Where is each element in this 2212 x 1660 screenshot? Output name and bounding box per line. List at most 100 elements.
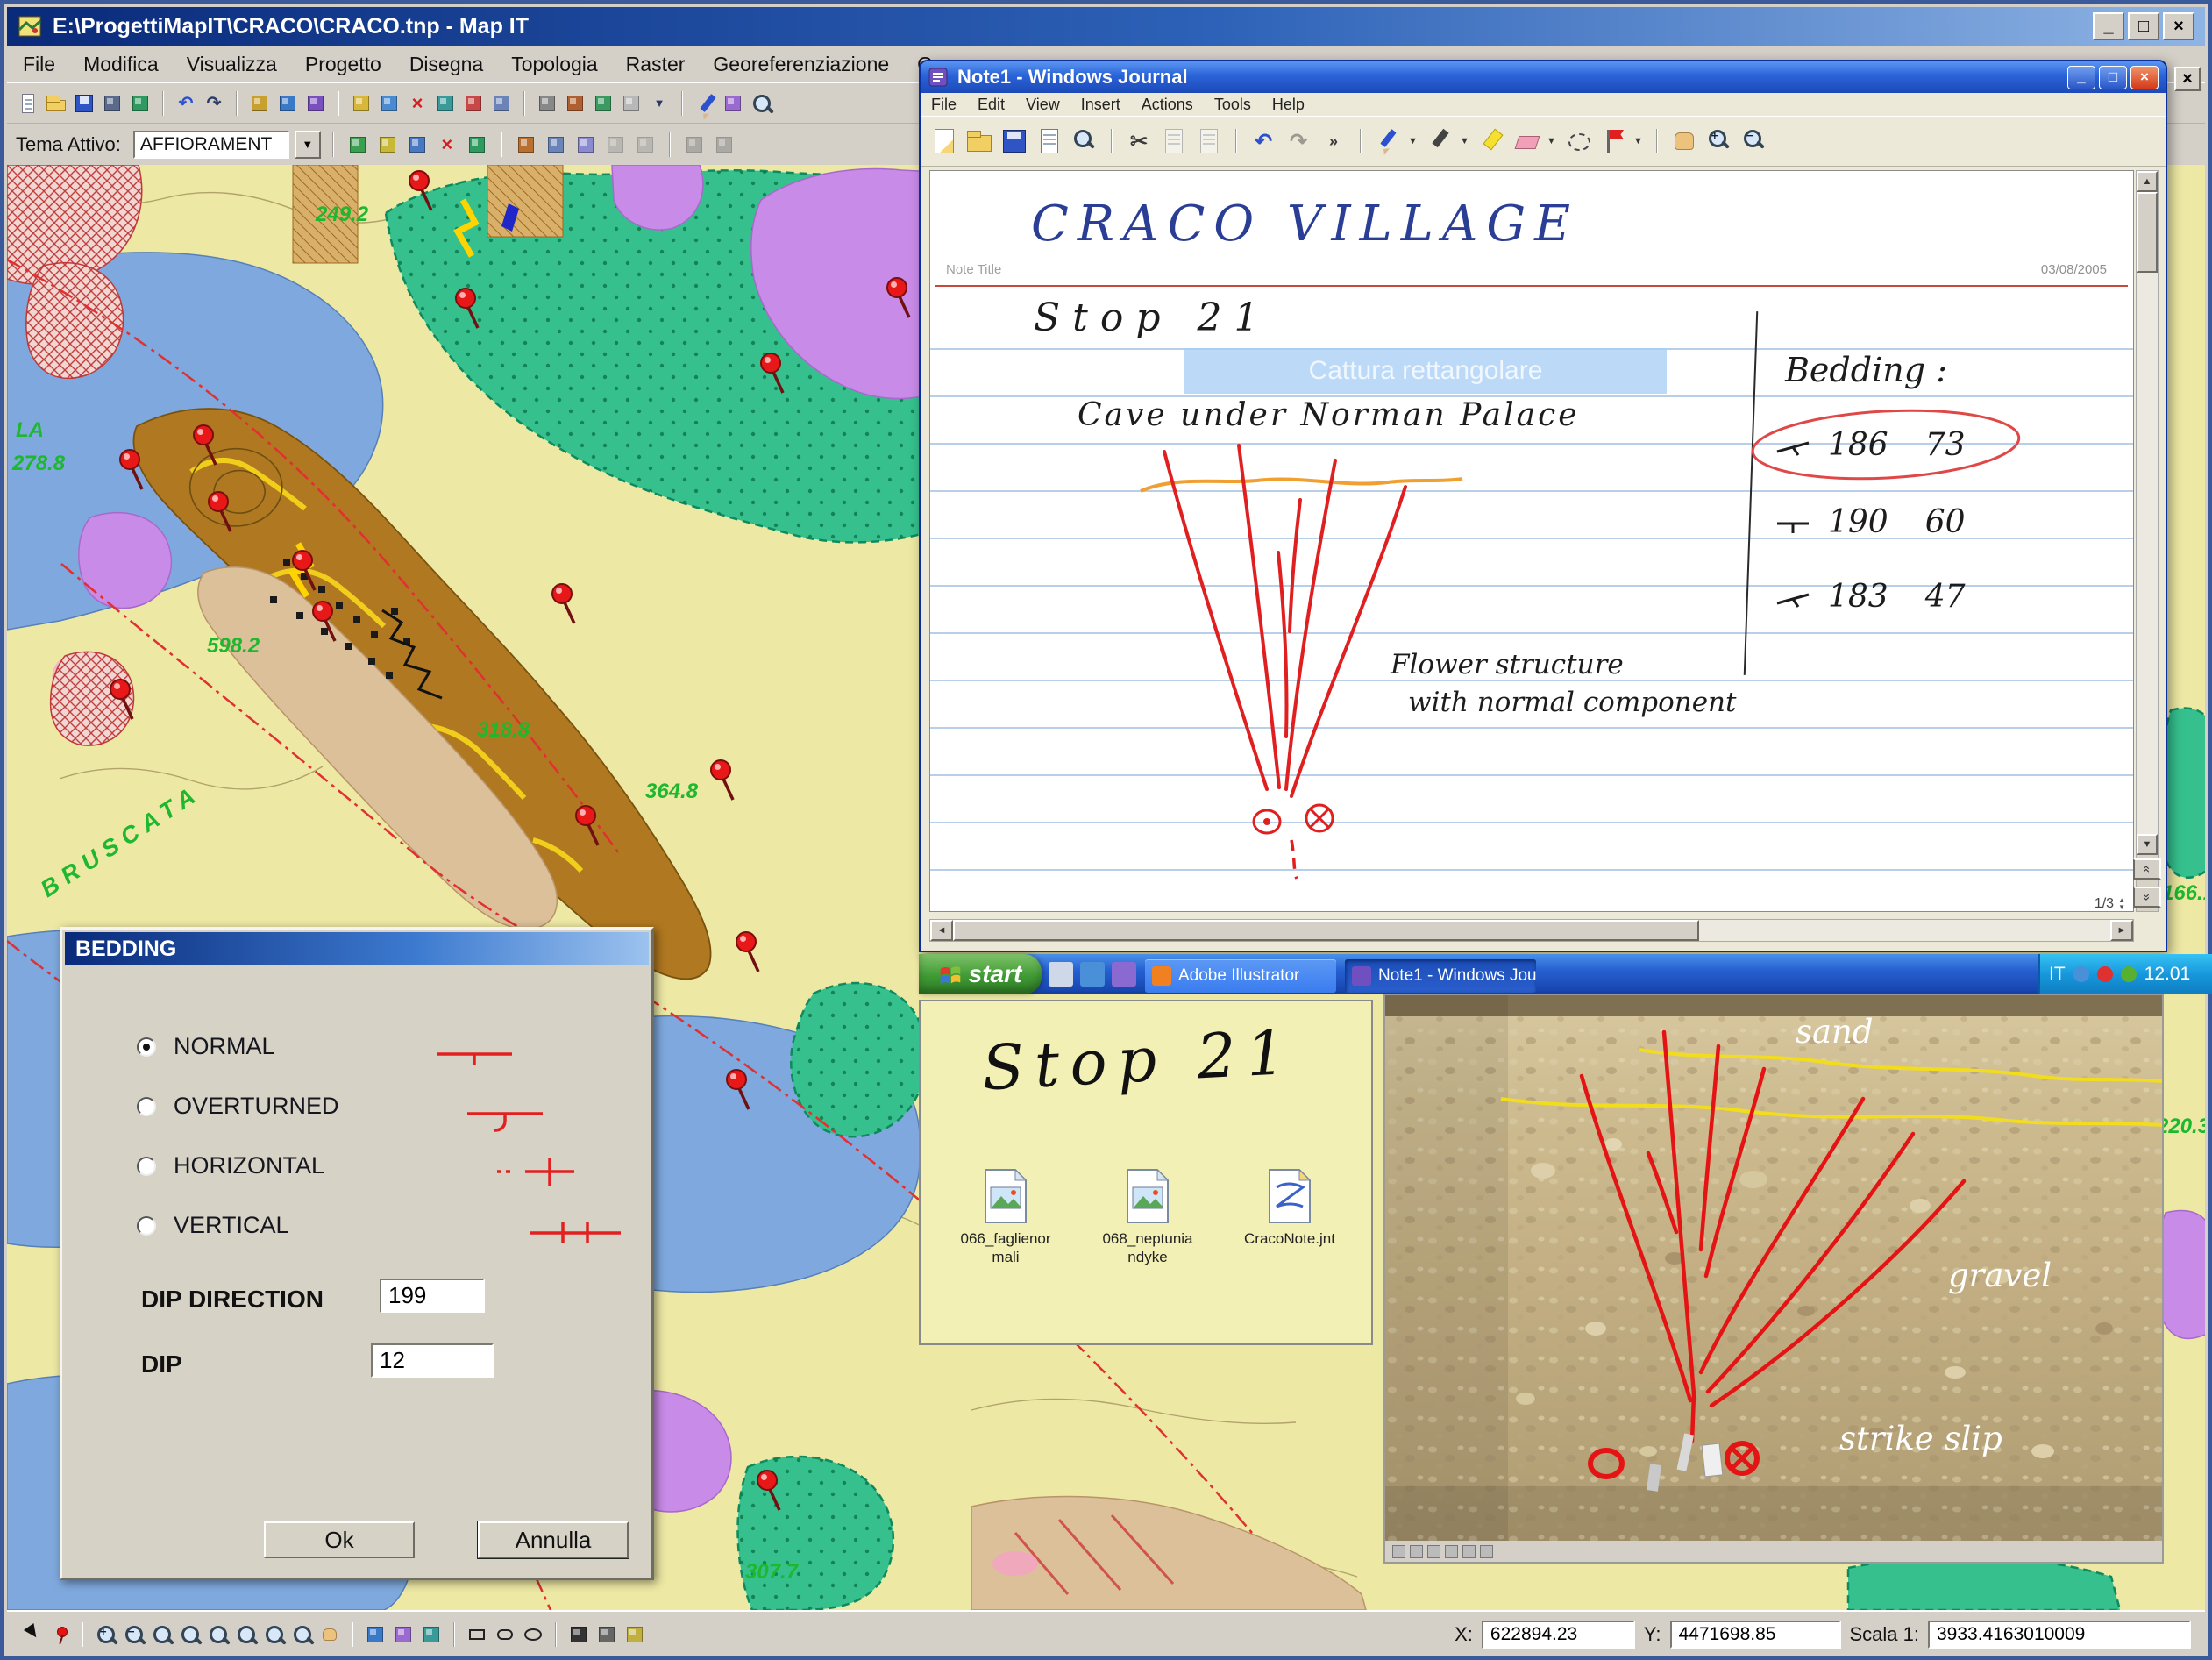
ok-button[interactable]: Ok bbox=[264, 1521, 415, 1558]
journal-zoom-out-icon[interactable]: − bbox=[1739, 126, 1769, 156]
viewer-control-icon[interactable] bbox=[1462, 1545, 1476, 1558]
volume-tray-icon[interactable] bbox=[2121, 966, 2137, 982]
journal-menu-insert[interactable]: Insert bbox=[1081, 96, 1120, 114]
menu-georeferenziazione[interactable]: Georeferenziazione bbox=[713, 53, 889, 76]
journal-horizontal-scrollbar[interactable]: ◄ ► bbox=[929, 919, 2134, 942]
scroll-down-button[interactable]: ▼ bbox=[2137, 834, 2158, 855]
journal-redo-icon[interactable]: ↷ bbox=[1284, 126, 1313, 156]
previous-page-button[interactable]: « bbox=[2133, 858, 2161, 880]
pushpin-tool-icon[interactable] bbox=[47, 1622, 72, 1647]
journal-menu-edit[interactable]: Edit bbox=[978, 96, 1005, 114]
zoom-window-icon[interactable] bbox=[149, 1622, 174, 1647]
flag-dropdown-icon[interactable]: ▼ bbox=[1633, 136, 1645, 146]
radio-horizontal[interactable] bbox=[137, 1157, 156, 1176]
journal-menu-tools[interactable]: Tools bbox=[1214, 96, 1251, 114]
maximize-button[interactable]: □ bbox=[2128, 12, 2159, 40]
add-symbol-icon[interactable] bbox=[303, 91, 328, 116]
pen-dropdown-icon[interactable]: ▼ bbox=[1408, 136, 1419, 146]
page-spinner[interactable]: ▲▼ bbox=[2118, 897, 2125, 911]
redo-icon[interactable]: ↷ bbox=[202, 91, 226, 116]
lasso-selection-icon[interactable] bbox=[1563, 126, 1593, 156]
raster-icon[interactable] bbox=[563, 91, 587, 116]
menu-visualizza[interactable]: Visualizza bbox=[187, 53, 277, 76]
new-document-icon[interactable] bbox=[16, 91, 40, 116]
journal-save-icon[interactable] bbox=[999, 126, 1029, 156]
y-coordinate-field[interactable] bbox=[1670, 1621, 1841, 1649]
add-point-icon[interactable] bbox=[247, 91, 272, 116]
dip-direction-field[interactable] bbox=[380, 1279, 485, 1313]
cut-icon[interactable]: ✂ bbox=[1124, 126, 1154, 156]
theme-filter-icon[interactable] bbox=[633, 132, 658, 157]
hscroll-thumb[interactable] bbox=[953, 920, 1699, 941]
draw-polygon-icon[interactable] bbox=[377, 91, 402, 116]
zoom-scale-icon[interactable] bbox=[289, 1622, 314, 1647]
attribute-table-icon[interactable] bbox=[591, 91, 615, 116]
open-project-icon[interactable] bbox=[44, 91, 68, 116]
close-button[interactable]: × bbox=[2163, 12, 2194, 40]
scroll-track[interactable] bbox=[2137, 192, 2158, 834]
radio-row-horizontal[interactable]: HORIZONTAL bbox=[137, 1152, 324, 1179]
journal-minimize-button[interactable]: _ bbox=[2067, 66, 2095, 89]
zoom-out-icon[interactable]: − bbox=[121, 1622, 146, 1647]
copy-icon[interactable] bbox=[1159, 126, 1189, 156]
tool-dropdown-icon[interactable]: ▼ bbox=[647, 91, 672, 116]
journal-menu-help[interactable]: Help bbox=[1272, 96, 1305, 114]
scroll-left-button[interactable]: ◄ bbox=[930, 920, 953, 941]
print-icon[interactable] bbox=[100, 91, 124, 116]
viewer-control-icon[interactable] bbox=[1480, 1545, 1493, 1558]
delete-feature-icon[interactable]: × bbox=[405, 91, 430, 116]
menu-disegna[interactable]: Disegna bbox=[409, 53, 483, 76]
viewer-control-icon[interactable] bbox=[1445, 1545, 1458, 1558]
folder-note-window[interactable]: Stop 21 066_faglienor mali bbox=[919, 1000, 1373, 1345]
journal-undo-icon[interactable]: ↶ bbox=[1248, 126, 1278, 156]
viewer-control-icon[interactable] bbox=[1392, 1545, 1405, 1558]
zoom-extents-icon[interactable] bbox=[177, 1622, 202, 1647]
grid-icon[interactable] bbox=[535, 91, 559, 116]
undo-icon[interactable]: ↶ bbox=[174, 91, 198, 116]
network-tray-icon[interactable] bbox=[2073, 966, 2089, 982]
antivirus-tray-icon[interactable] bbox=[2097, 966, 2113, 982]
move-feature-icon[interactable] bbox=[489, 91, 514, 116]
edit-vertex-icon[interactable] bbox=[433, 91, 458, 116]
tema-attivo-value[interactable]: AFFIORAMENT bbox=[133, 131, 289, 159]
pan-hand-icon[interactable] bbox=[1669, 126, 1699, 156]
journal-page[interactable]: CRACO VILLAGE Note Title 03/08/2005 Stop… bbox=[929, 170, 2134, 912]
file-item-066[interactable]: 066_faglienor mali bbox=[936, 1168, 1075, 1267]
draw-ellipse-icon[interactable] bbox=[521, 1622, 545, 1647]
bedding-dialog[interactable]: BEDDING NORMAL OVERTURNED HORIZONTAL bbox=[60, 927, 654, 1580]
eraser-tool-icon[interactable] bbox=[1511, 126, 1541, 156]
journal-menu-file[interactable]: File bbox=[931, 96, 957, 114]
theme-table-icon[interactable] bbox=[405, 132, 430, 157]
task-windows-journal[interactable]: Note1 - Windows Jou... bbox=[1345, 959, 1536, 993]
paste-icon[interactable] bbox=[1194, 126, 1224, 156]
menu-progetto[interactable]: Progetto bbox=[305, 53, 381, 76]
tema-attivo-dropdown[interactable]: ▼ bbox=[295, 131, 321, 159]
sketch-tool-icon[interactable] bbox=[693, 91, 717, 116]
pen-tool-icon[interactable] bbox=[1373, 126, 1403, 156]
radio-row-vertical[interactable]: VERTICAL bbox=[137, 1212, 289, 1239]
zoom-in-icon[interactable]: + bbox=[93, 1622, 117, 1647]
internet-explorer-icon[interactable] bbox=[1080, 962, 1105, 987]
new-note-icon[interactable] bbox=[929, 126, 959, 156]
marker-dropdown-icon[interactable]: ▼ bbox=[1460, 136, 1471, 146]
cut-feature-icon[interactable] bbox=[461, 91, 486, 116]
journal-close-button[interactable]: × bbox=[2130, 66, 2159, 89]
radio-overturned[interactable] bbox=[137, 1097, 156, 1116]
theme-copy-icon[interactable] bbox=[712, 132, 736, 157]
radio-row-normal[interactable]: NORMAL bbox=[137, 1033, 275, 1060]
journal-print-icon[interactable] bbox=[1035, 126, 1064, 156]
journal-window[interactable]: Note1 - Windows Journal _ □ × File Edit … bbox=[919, 60, 2167, 952]
legend-icon[interactable] bbox=[465, 132, 489, 157]
scroll-thumb[interactable] bbox=[2137, 192, 2158, 273]
journal-maximize-button[interactable]: □ bbox=[2099, 66, 2127, 89]
journal-menu-actions[interactable]: Actions bbox=[1142, 96, 1193, 114]
select-theme-icon[interactable] bbox=[573, 132, 598, 157]
theme-export-icon[interactable] bbox=[682, 132, 707, 157]
next-page-button[interactable]: » bbox=[2133, 887, 2161, 908]
remove-theme-icon[interactable]: × bbox=[435, 132, 459, 157]
identify-icon[interactable] bbox=[749, 91, 773, 116]
layers-icon[interactable] bbox=[345, 132, 370, 157]
overview-icon[interactable] bbox=[363, 1622, 388, 1647]
fill-style-icon[interactable] bbox=[566, 1622, 591, 1647]
georef-icon[interactable] bbox=[619, 91, 644, 116]
